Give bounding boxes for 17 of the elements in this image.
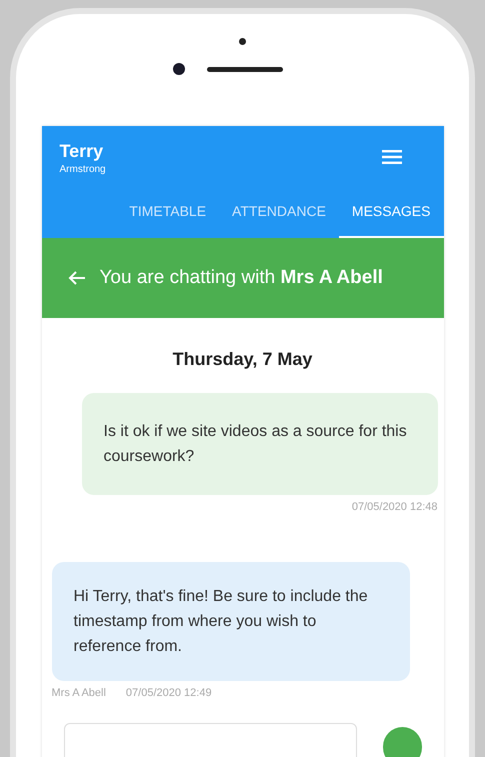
back-arrow-icon[interactable] (68, 270, 86, 286)
menu-icon[interactable] (382, 150, 402, 164)
chat-banner-title: You are chatting with Mrs A Abell (100, 266, 383, 290)
message-timestamp: 07/05/2020 12:49 (126, 686, 212, 700)
nav-tab[interactable]: TIMETABLE (116, 191, 220, 238)
date-heading: Thursday, 7 May (172, 348, 312, 371)
sent-message-bubble: Is it ok if we site videos as a source for this coursework? (82, 393, 438, 495)
message-input-field[interactable] (64, 723, 357, 757)
user-surname: Armstrong (60, 163, 106, 177)
message-timestamp: 07/05/2020 12:48 (352, 500, 438, 515)
received-message-bubble: Hi Terry, that's fine! Be sure to include the timestamp from where you wish to reference from. (52, 562, 410, 680)
speaker-grille-icon (206, 66, 282, 72)
user-name: Terry (60, 140, 104, 162)
sender-name: Mrs A Abell (52, 686, 106, 700)
nav-tab[interactable]: ATTENDANCE (219, 191, 339, 238)
camera-icon (172, 63, 184, 75)
send-button[interactable] (382, 727, 422, 757)
